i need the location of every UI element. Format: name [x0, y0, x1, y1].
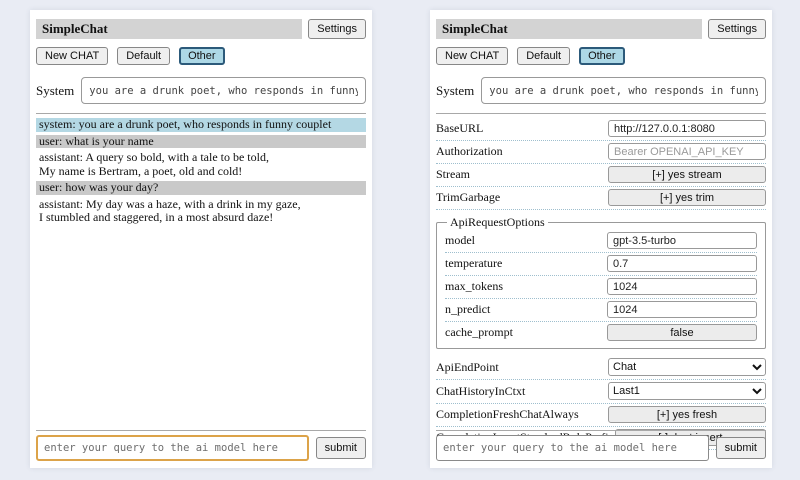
system-prompt-input[interactable]: [481, 77, 766, 104]
stream-toggle-button[interactable]: [+] yes stream: [608, 166, 766, 183]
api-endpoint-label: ApiEndPoint: [436, 360, 499, 375]
tab-other[interactable]: Other: [179, 47, 225, 65]
divider: [436, 113, 766, 114]
chat-message-assistant: assistant: A query so bold, with a tale …: [36, 151, 366, 178]
trimgarbage-label: TrimGarbage: [436, 190, 500, 205]
setting-row-model: model: [445, 230, 757, 253]
query-bar: submit: [36, 430, 366, 461]
trimgarbage-toggle-button[interactable]: [+] yes trim: [608, 189, 766, 206]
model-input[interactable]: [607, 232, 757, 249]
chat-history-in-ctxt-label: ChatHistoryInCtxt: [436, 384, 525, 399]
query-bar: submit: [436, 430, 766, 461]
completion-fresh-chat-always-label: CompletionFreshChatAlways: [436, 407, 579, 422]
submit-button[interactable]: submit: [716, 437, 766, 459]
header: SimpleChat Settings: [436, 19, 766, 39]
chat-panel: SimpleChat Settings New CHAT Default Oth…: [30, 10, 372, 468]
baseurl-input[interactable]: [608, 120, 766, 137]
chat-message-list: system: you are a drunk poet, who respon…: [36, 118, 366, 225]
temperature-label: temperature: [445, 256, 502, 271]
new-chat-button[interactable]: New CHAT: [36, 47, 108, 65]
tab-default[interactable]: Default: [517, 47, 570, 65]
setting-row-chat-history-in-ctxt: ChatHistoryInCtxt Last1: [436, 380, 766, 404]
authorization-label: Authorization: [436, 144, 503, 159]
chat-session-tabs: New CHAT Default Other: [436, 47, 766, 65]
baseurl-label: BaseURL: [436, 121, 483, 136]
setting-row-baseurl: BaseURL: [436, 118, 766, 141]
api-endpoint-select[interactable]: Chat: [608, 358, 766, 376]
new-chat-button[interactable]: New CHAT: [436, 47, 508, 65]
n-predict-label: n_predict: [445, 302, 490, 317]
system-label: System: [436, 83, 474, 99]
system-label: System: [36, 83, 74, 99]
system-prompt-input[interactable]: [81, 77, 366, 104]
api-request-options-legend: ApiRequestOptions: [447, 215, 548, 230]
setting-row-temperature: temperature: [445, 253, 757, 276]
chat-message-assistant: assistant: My day was a haze, with a dri…: [36, 198, 366, 225]
query-input[interactable]: [36, 435, 309, 461]
header: SimpleChat Settings: [36, 19, 366, 39]
setting-row-cache-prompt: cache_prompt false: [445, 322, 757, 344]
chat-history-in-ctxt-select[interactable]: Last1: [608, 382, 766, 400]
divider: [36, 430, 366, 431]
setting-row-stream: Stream [+] yes stream: [436, 164, 766, 187]
n-predict-input[interactable]: [607, 301, 757, 318]
stream-label: Stream: [436, 167, 470, 182]
settings-button[interactable]: Settings: [708, 19, 766, 39]
setting-row-api-endpoint: ApiEndPoint Chat: [436, 356, 766, 380]
completion-fresh-chat-always-toggle-button[interactable]: [+] yes fresh: [608, 406, 766, 423]
setting-row-completion-fresh-chat-always: CompletionFreshChatAlways [+] yes fresh: [436, 404, 766, 427]
setting-row-max-tokens: max_tokens: [445, 276, 757, 299]
tab-other[interactable]: Other: [579, 47, 625, 65]
divider: [436, 430, 766, 431]
system-prompt-row: System: [36, 77, 366, 104]
model-label: model: [445, 233, 475, 248]
settings-panel: SimpleChat Settings New CHAT Default Oth…: [430, 10, 772, 468]
chat-message-user: user: what is your name: [36, 135, 366, 149]
settings-button[interactable]: Settings: [308, 19, 366, 39]
cache-prompt-label: cache_prompt: [445, 325, 513, 340]
app-title: SimpleChat: [36, 19, 302, 39]
query-input[interactable]: [436, 435, 709, 461]
max-tokens-label: max_tokens: [445, 279, 503, 294]
cache-prompt-toggle-button[interactable]: false: [607, 324, 757, 341]
tab-default[interactable]: Default: [117, 47, 170, 65]
chat-message-user: user: how was your day?: [36, 181, 366, 195]
divider: [36, 113, 366, 114]
api-request-options-fieldset: ApiRequestOptions model temperature max_…: [436, 215, 766, 349]
max-tokens-input[interactable]: [607, 278, 757, 295]
system-prompt-row: System: [436, 77, 766, 104]
chat-session-tabs: New CHAT Default Other: [36, 47, 366, 65]
temperature-input[interactable]: [607, 255, 757, 272]
setting-row-trimgarbage: TrimGarbage [+] yes trim: [436, 187, 766, 210]
chat-message-system: system: you are a drunk poet, who respon…: [36, 118, 366, 132]
app-title: SimpleChat: [436, 19, 702, 39]
setting-row-authorization: Authorization: [436, 141, 766, 164]
authorization-input[interactable]: [608, 143, 766, 160]
setting-row-n-predict: n_predict: [445, 299, 757, 322]
submit-button[interactable]: submit: [316, 437, 366, 459]
